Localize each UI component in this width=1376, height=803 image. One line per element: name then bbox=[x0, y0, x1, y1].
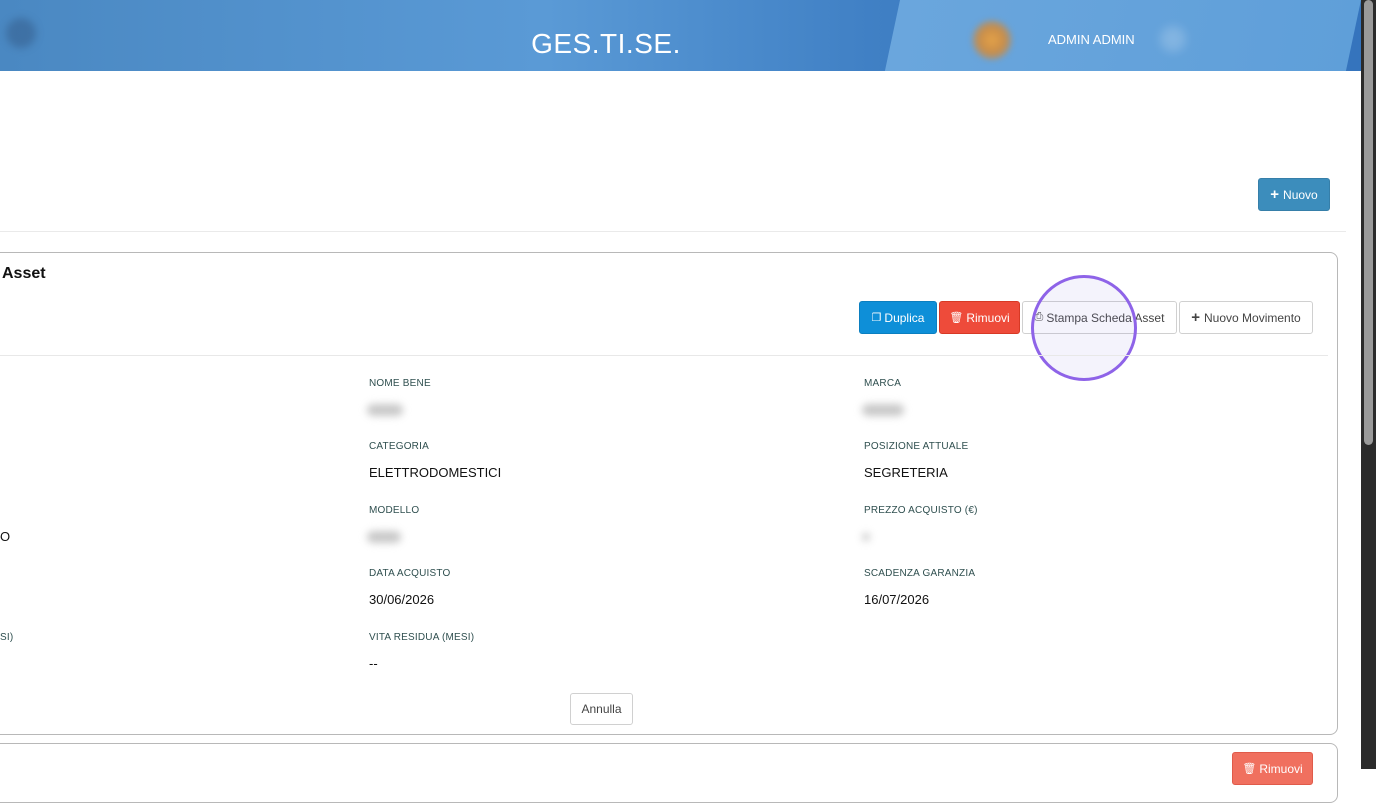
new-button[interactable]: + Nuovo bbox=[1258, 178, 1330, 211]
duplicate-label: Duplica bbox=[884, 310, 925, 325]
modello-label: MODELLO bbox=[369, 505, 420, 516]
duplicate-button[interactable]: ❐ Duplica bbox=[859, 301, 937, 334]
vita-residua-label: VITA RESIDUA (MESI) bbox=[369, 632, 475, 643]
posizione-label: POSIZIONE ATTUALE bbox=[864, 441, 969, 452]
trash-icon: 🗑 bbox=[949, 312, 964, 324]
posizione-value: SEGRETERIA bbox=[864, 465, 948, 480]
scroll-thumb[interactable] bbox=[1364, 0, 1373, 445]
top-header: GES.TI.SE. ADMIN ADMIN bbox=[0, 0, 1361, 71]
print-asset-button[interactable]: ⎙ Stampa Scheda Asset bbox=[1022, 301, 1177, 334]
print-icon: ⎙ bbox=[1034, 311, 1044, 323]
page-scrollbar[interactable] bbox=[1361, 0, 1376, 769]
nome-bene-value bbox=[367, 404, 403, 416]
scadenza-value: 16/07/2026 bbox=[864, 592, 930, 607]
left-field-label: SI) bbox=[0, 632, 14, 643]
modello-value bbox=[367, 531, 401, 543]
data-acquisto-label: DATA ACQUISTO bbox=[369, 568, 451, 579]
print-label: Stampa Scheda Asset bbox=[1046, 310, 1165, 325]
marca-label: MARCA bbox=[864, 378, 902, 389]
card-title: Asset bbox=[2, 265, 46, 282]
second-card bbox=[0, 743, 1338, 803]
categoria-value: ELETTRODOMESTICI bbox=[369, 465, 502, 480]
nome-bene-label: NOME BENE bbox=[369, 378, 431, 389]
user-menu-icon[interactable] bbox=[1160, 26, 1186, 52]
vita-residua-value: -- bbox=[369, 656, 378, 671]
remove-button[interactable]: 🗑 Rimuovi bbox=[939, 301, 1020, 334]
copy-icon: ❐ bbox=[871, 312, 882, 324]
avatar[interactable] bbox=[972, 20, 1012, 60]
new-button-label: Nuovo bbox=[1283, 187, 1318, 202]
prezzo-value bbox=[862, 533, 870, 541]
new-movement-button[interactable]: + Nuovo Movimento bbox=[1179, 301, 1313, 334]
prezzo-label: PREZZO ACQUISTO (€) bbox=[864, 505, 978, 516]
app-title: GES.TI.SE. bbox=[531, 28, 681, 59]
cancel-button[interactable]: Annulla bbox=[570, 693, 633, 725]
scadenza-label: SCADENZA GARANZIA bbox=[864, 568, 976, 579]
section-divider bbox=[0, 231, 1346, 232]
remove-label: Rimuovi bbox=[966, 310, 1010, 325]
new-movement-label: Nuovo Movimento bbox=[1204, 310, 1301, 325]
plus-icon: + bbox=[1191, 309, 1201, 326]
categoria-label: CATEGORIA bbox=[369, 441, 429, 452]
plus-icon: + bbox=[1270, 186, 1280, 203]
data-acquisto-value: 30/06/2026 bbox=[369, 592, 435, 607]
card-separator bbox=[0, 355, 1328, 356]
user-name[interactable]: ADMIN ADMIN bbox=[1048, 32, 1135, 47]
left-field-value: O bbox=[0, 529, 11, 544]
marca-value bbox=[862, 404, 904, 416]
